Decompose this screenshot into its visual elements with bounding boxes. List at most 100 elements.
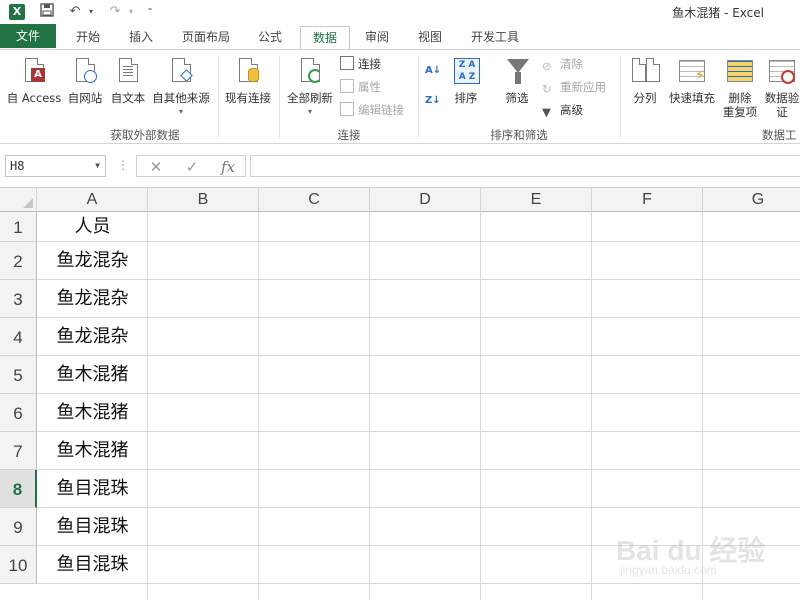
refresh-all-button[interactable]: 全部刷新 ▾ [284, 56, 336, 119]
column-header-e[interactable]: E [481, 188, 592, 212]
row-header-10[interactable]: 10 [0, 546, 37, 584]
gridline [37, 241, 800, 242]
tab-data[interactable]: 数据 [300, 26, 350, 50]
row-header-3[interactable]: 3 [0, 280, 37, 318]
group-divider [418, 56, 419, 138]
cell-a8[interactable]: 鱼目混珠 [38, 471, 147, 507]
row-header-4[interactable]: 4 [0, 318, 37, 356]
tab-review[interactable]: 审阅 [355, 26, 399, 50]
remove-duplicates-button[interactable]: 删除 重复项 [720, 56, 760, 119]
group-label-sort-filter: 排序和筛选 [490, 128, 548, 142]
row-header-7[interactable]: 7 [0, 432, 37, 470]
column-header-g[interactable]: G [703, 188, 800, 212]
sort-ascending-button[interactable]: A↓ [425, 62, 441, 80]
row-header-9[interactable]: 9 [0, 508, 37, 546]
cell-a5[interactable]: 鱼木混猪 [38, 357, 147, 393]
cell-a10[interactable]: 鱼目混珠 [38, 547, 147, 583]
sort-button[interactable]: Z AA Z 排序 [448, 56, 484, 105]
enter-icon[interactable]: ✓ [179, 157, 205, 177]
web-icon [70, 56, 100, 88]
gridline [369, 212, 370, 600]
cell-a2[interactable]: 鱼龙混杂 [38, 243, 147, 279]
row-header-1[interactable]: 1 [0, 212, 37, 242]
column-header-d[interactable]: D [370, 188, 481, 212]
gridline [37, 279, 800, 280]
data-validation-button[interactable]: 数据验 证 [762, 56, 800, 119]
row-header-8[interactable]: 8 [0, 470, 37, 508]
column-header-c[interactable]: C [259, 188, 370, 212]
undo-dropdown-icon[interactable]: ▾ [86, 3, 96, 21]
formula-bar-grip-icon[interactable]: ⋮ [117, 158, 129, 172]
excel-logo-icon: X [9, 4, 25, 20]
name-box[interactable]: H8 ▼ [5, 155, 106, 177]
existing-connections-icon [233, 56, 263, 88]
insert-function-icon[interactable]: fx [215, 157, 241, 177]
gridline [37, 355, 800, 356]
gridline [591, 212, 592, 600]
tab-file[interactable]: 文件 [0, 24, 56, 48]
row-header-5[interactable]: 5 [0, 356, 37, 394]
customize-quick-access-icon[interactable]: ⁼ [144, 3, 156, 21]
filter-button[interactable]: 筛选 [499, 56, 535, 105]
window-title: 鱼木混猪 - Excel [672, 6, 764, 20]
properties-button[interactable]: 属性 [340, 78, 381, 96]
baidu-watermark: Bai du 经验 jingyan.baidu.com [612, 527, 792, 587]
text-to-columns-button[interactable]: 分列 [626, 56, 664, 105]
cell-a7[interactable]: 鱼木混猪 [38, 433, 147, 469]
from-other-sources-button[interactable]: 自其他来源 ▾ [148, 56, 214, 119]
advanced-filter-button[interactable]: ▼ 高级 [542, 101, 583, 119]
reapply-button[interactable]: ↻ 重新应用 [542, 78, 606, 96]
tab-formulas[interactable]: 公式 [248, 26, 292, 50]
row-header-6[interactable]: 6 [0, 394, 37, 432]
text-to-columns-icon [630, 56, 660, 88]
formula-buttons: ✕ ✓ fx [136, 155, 246, 177]
excel-window: X ↶ ▾ ↷ ▾ ⁼ 鱼木混猪 - Excel 文件 开始 插入 页面布局 公… [0, 0, 800, 600]
column-header-a[interactable]: A [37, 188, 148, 212]
formula-input[interactable] [250, 155, 800, 177]
gridline [147, 212, 148, 600]
tab-home[interactable]: 开始 [66, 26, 110, 50]
redo-icon[interactable]: ↷ [106, 3, 124, 21]
tab-insert[interactable]: 插入 [119, 26, 163, 50]
name-box-dropdown-icon[interactable]: ▼ [95, 156, 100, 176]
cell-a9[interactable]: 鱼目混珠 [38, 509, 147, 545]
cell-a4[interactable]: 鱼龙混杂 [38, 319, 147, 355]
group-divider [279, 56, 280, 138]
sort-descending-button[interactable]: Z↓ [425, 92, 441, 110]
edit-links-button[interactable]: 编辑链接 [340, 101, 404, 119]
tab-view[interactable]: 视图 [408, 26, 452, 50]
cancel-icon[interactable]: ✕ [143, 157, 169, 177]
clear-filter-button[interactable]: ⊘ 清除 [542, 55, 583, 73]
from-access-button[interactable]: A 自 Access [4, 56, 64, 105]
save-icon[interactable] [38, 3, 56, 21]
other-sources-icon [166, 56, 196, 88]
refresh-icon [295, 56, 325, 88]
from-web-button[interactable]: 自网站 [64, 56, 106, 105]
cell-a3[interactable]: 鱼龙混杂 [38, 281, 147, 317]
redo-dropdown-icon[interactable]: ▾ [126, 3, 136, 21]
tab-page-layout[interactable]: 页面布局 [172, 26, 240, 50]
gridline [37, 393, 800, 394]
undo-icon[interactable]: ↶ [66, 3, 84, 21]
flash-fill-icon: ⚡ [677, 56, 707, 88]
gridline [480, 212, 481, 600]
edit-links-icon [340, 102, 354, 116]
dropdown-arrow-icon: ▾ [178, 107, 183, 116]
column-header-f[interactable]: F [592, 188, 703, 212]
cell-a6[interactable]: 鱼木混猪 [38, 395, 147, 431]
from-text-button[interactable]: 自文本 [107, 56, 149, 105]
connections-button[interactable]: 连接 [340, 55, 381, 73]
row-header-2[interactable]: 2 [0, 242, 37, 280]
flash-fill-button[interactable]: ⚡ 快速填充 [666, 56, 718, 105]
gridline [37, 431, 800, 432]
group-divider [218, 56, 219, 138]
title-bar: X ↶ ▾ ↷ ▾ ⁼ 鱼木混猪 - Excel [0, 0, 800, 24]
cell-a1[interactable]: 人员 [38, 214, 147, 240]
column-header-b[interactable]: B [148, 188, 259, 212]
select-all-button[interactable] [0, 188, 37, 212]
tab-developer[interactable]: 开发工具 [460, 26, 530, 50]
existing-connections-button[interactable]: 现有连接 [222, 56, 274, 105]
dropdown-arrow-icon: ▾ [307, 107, 312, 116]
ribbon: A 自 Access 自网站 自文本 自其他来源 ▾ 现有连接 获取外部数据 全… [0, 49, 800, 144]
remove-duplicates-icon [725, 56, 755, 88]
